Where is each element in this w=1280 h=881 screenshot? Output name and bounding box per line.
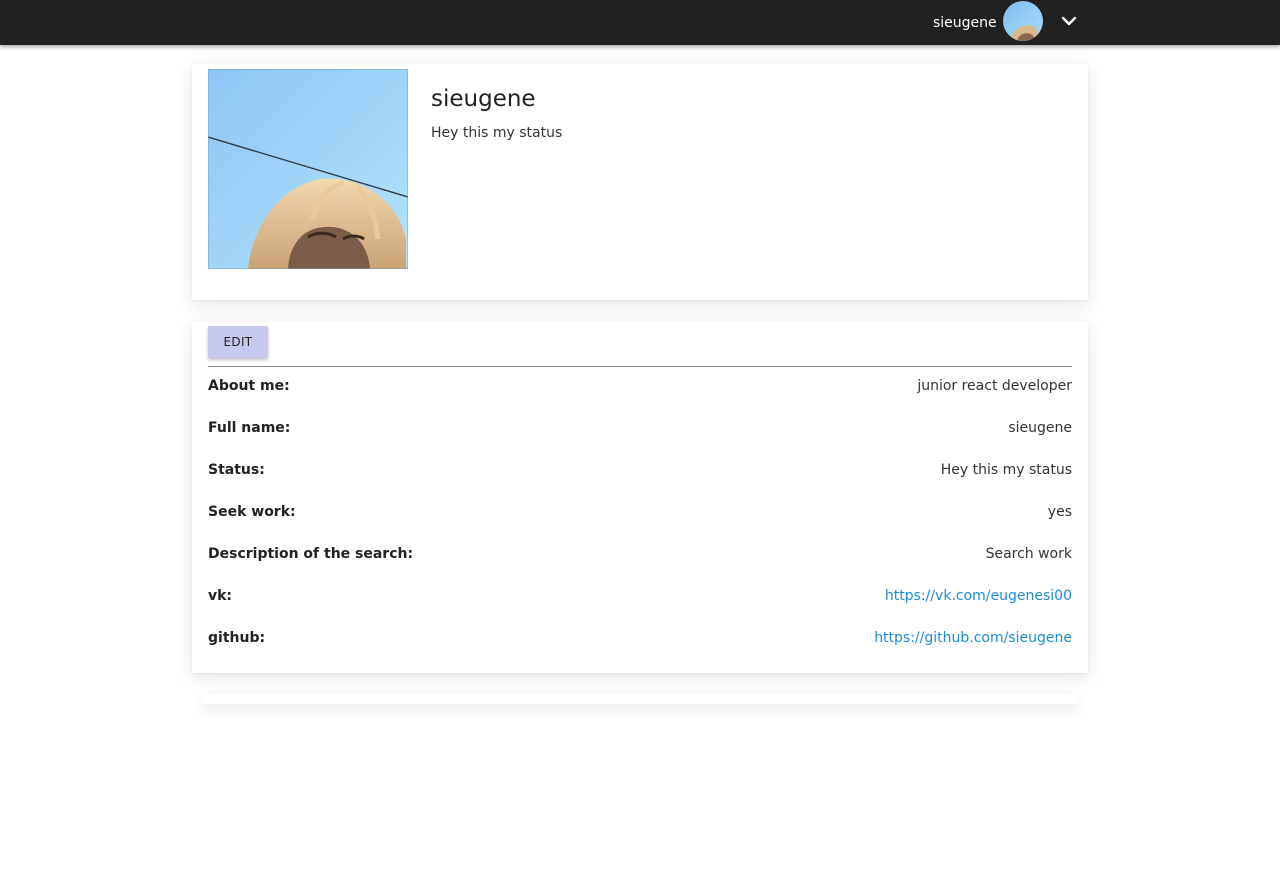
info-row-about-me: About me: junior react developer	[208, 378, 1072, 398]
info-row-status: Status: Hey this my status	[208, 462, 1072, 482]
edit-button[interactable]: EDIT	[208, 326, 268, 358]
info-row-full-name: Full name: sieugene	[208, 420, 1072, 440]
info-label: github:	[208, 630, 266, 646]
profile-name: sieugene	[431, 86, 536, 112]
info-value: yes	[1047, 504, 1072, 520]
chevron-down-icon[interactable]	[1060, 12, 1078, 30]
info-row-search-description: Description of the search: Search work	[208, 546, 1072, 566]
profile-card: sieugene Hey this my status	[192, 64, 1088, 300]
info-label: Description of the search:	[208, 546, 414, 562]
info-label: vk:	[208, 588, 233, 604]
info-value: sieugene	[1008, 420, 1072, 436]
avatar-image	[1003, 1, 1043, 41]
info-value: Hey this my status	[940, 462, 1072, 478]
header-avatar[interactable]	[1003, 1, 1043, 41]
vk-link[interactable]: https://vk.com/eugenesi00	[885, 588, 1072, 604]
info-label: Status:	[208, 462, 265, 478]
info-row-github: github: https://github.com/sieugene	[208, 630, 1072, 650]
info-value: Search work	[985, 546, 1072, 562]
info-label: About me:	[208, 378, 290, 394]
divider	[208, 366, 1072, 367]
github-link[interactable]: https://github.com/sieugene	[874, 630, 1072, 646]
info-row-vk: vk: https://vk.com/eugenesi00	[208, 588, 1072, 608]
info-label: Full name:	[208, 420, 291, 436]
profile-details-card: EDIT About me: junior react developer Fu…	[192, 322, 1088, 673]
info-row-seek-work: Seek work: yes	[208, 504, 1072, 524]
info-value: junior react developer	[917, 378, 1072, 394]
top-bar: sieugene	[0, 0, 1280, 45]
profile-status[interactable]: Hey this my status	[431, 125, 562, 141]
posts-card	[203, 694, 1077, 704]
profile-photo	[208, 69, 408, 269]
header-username[interactable]: sieugene	[933, 15, 997, 31]
info-label: Seek work:	[208, 504, 296, 520]
